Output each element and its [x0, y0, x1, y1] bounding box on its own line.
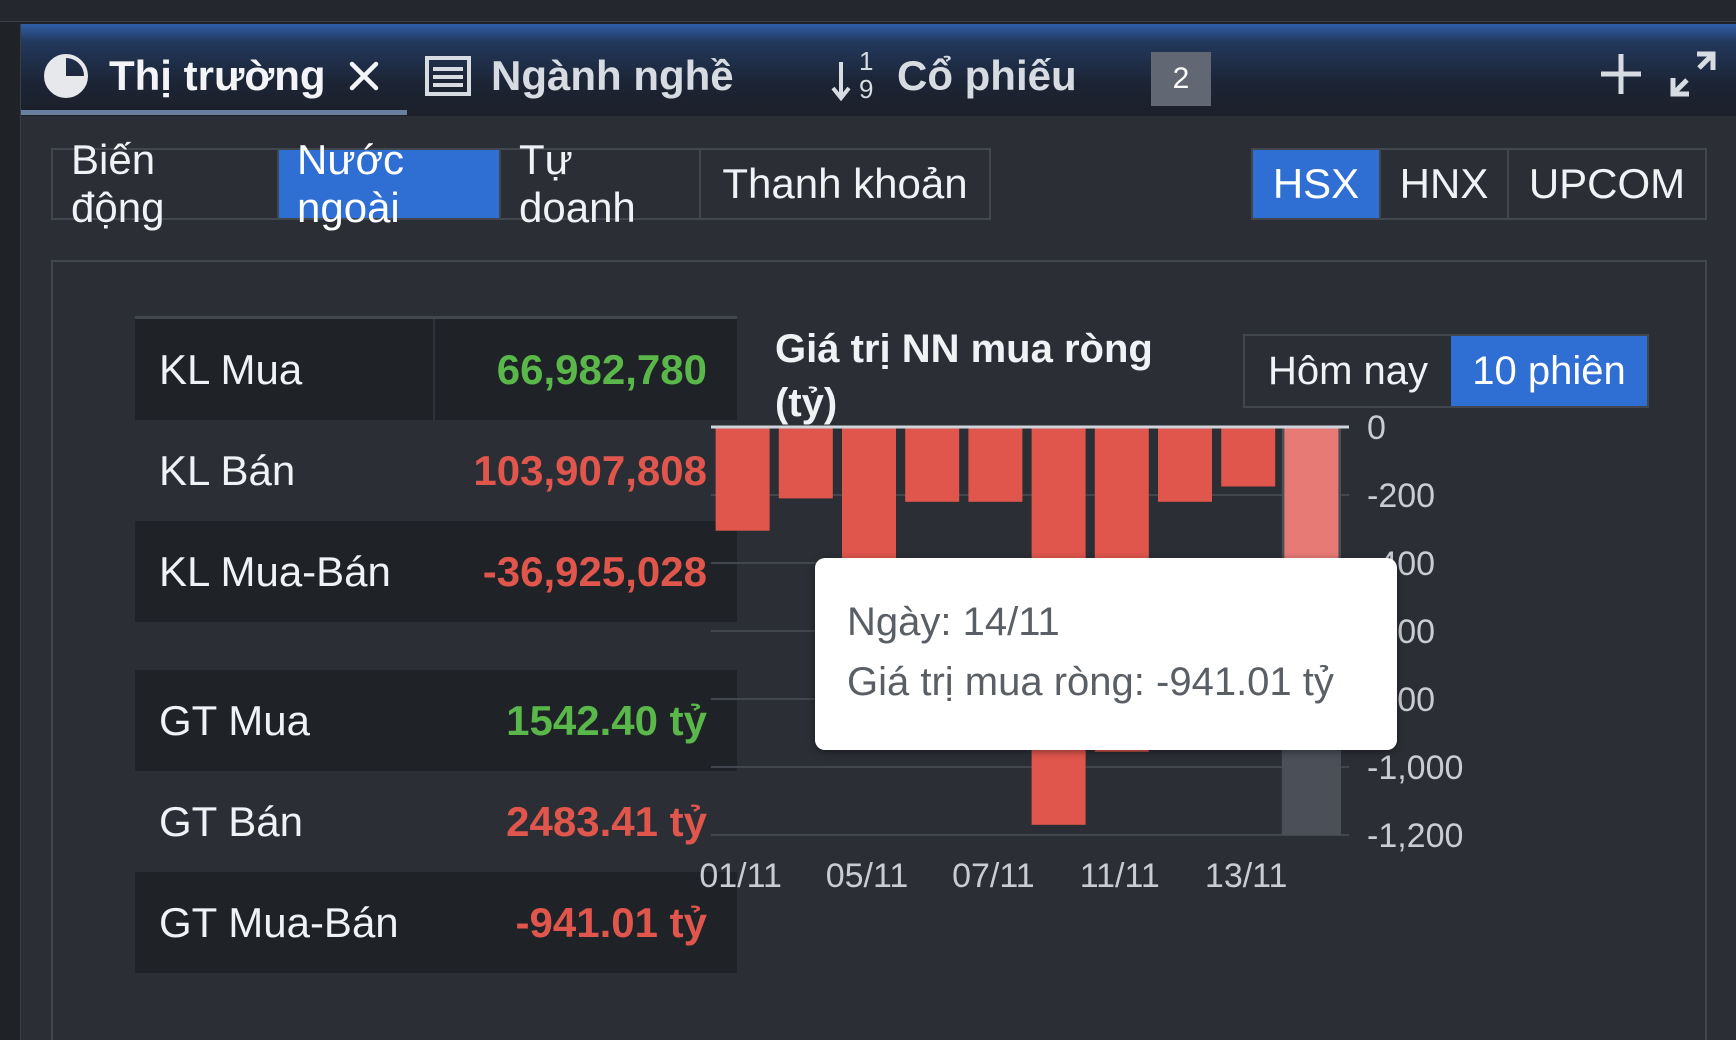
filter-bien-dong[interactable]: Biến động [53, 136, 279, 231]
bar-12-11[interactable] [1158, 427, 1212, 502]
x-tick-label: 13/11 [1205, 857, 1288, 895]
exchange-filter: HSX HNX UPCOM [1251, 148, 1707, 220]
tab-label: Cổ phiếu [897, 52, 1077, 99]
sort-icon-top: 1 [859, 46, 874, 76]
tab-thi-truong[interactable]: Thị trường [43, 46, 380, 106]
add-tab-button[interactable] [1589, 44, 1653, 108]
bar-06-11[interactable] [905, 427, 960, 502]
expand-button[interactable] [1661, 44, 1725, 108]
top-strip [0, 0, 1736, 22]
y-tick-label: 0 [1367, 409, 1386, 447]
tab-co-phieu[interactable]: 1 9 Cổ phiếu [829, 46, 1077, 106]
tab-nganh-nghe[interactable]: Ngành nghề [425, 46, 734, 106]
y-tick-label: -1,000 [1367, 749, 1463, 787]
filter-thanh-khoan[interactable]: Thanh khoản [701, 150, 989, 218]
tab-count-badge[interactable]: 2 [1151, 52, 1211, 106]
list-icon [425, 56, 471, 96]
x-tick-label: 01/11 [699, 857, 782, 895]
exchange-upcom[interactable]: UPCOM [1509, 150, 1705, 218]
tab-label: Thị trường [109, 52, 326, 99]
filter-tu-doanh[interactable]: Tự doanh [501, 136, 701, 231]
tooltip-date: Ngày: 14/11 [847, 600, 1060, 644]
tab-label: Ngành nghề [491, 52, 734, 99]
x-tick-label: 07/11 [952, 857, 1035, 895]
sort-icon-bottom: 9 [859, 74, 874, 104]
pie-chart-icon [43, 53, 89, 99]
sort-numeric-icon: 1 9 [829, 46, 885, 104]
x-tick-label: 05/11 [826, 857, 909, 895]
market-window: Thị trường Ngành nghề 1 9 Cổ phiếu 2 Biế… [20, 24, 1736, 1040]
y-tick-label: -1,200 [1367, 817, 1463, 855]
exchange-hsx[interactable]: HSX [1253, 150, 1381, 218]
bar-07-11[interactable] [968, 427, 1023, 502]
bar-13-11[interactable] [1221, 427, 1276, 487]
category-filter: Biến động Nước ngoài Tự doanh Thanh khoả… [51, 136, 991, 231]
plus-icon [1599, 52, 1643, 101]
filter-nuoc-ngoai[interactable]: Nước ngoài [279, 136, 501, 231]
x-tick-label: 11/11 [1080, 857, 1160, 895]
bar-04-11[interactable] [778, 427, 833, 499]
chart-tooltip: Ngày: 14/11 Giá trị mua ròng: -941.01 tỷ [815, 558, 1397, 750]
tooltip-value: Giá trị mua ròng: -941.01 tỷ [847, 660, 1334, 704]
y-tick-label: -200 [1367, 477, 1435, 515]
exchange-hnx[interactable]: HNX [1381, 150, 1509, 218]
active-tab-underline [21, 110, 407, 115]
expand-icon [1669, 50, 1717, 103]
bar-01-11[interactable] [715, 427, 770, 531]
close-icon[interactable] [348, 60, 380, 92]
tab-bar: Thị trường Ngành nghề 1 9 Cổ phiếu 2 [21, 24, 1736, 116]
